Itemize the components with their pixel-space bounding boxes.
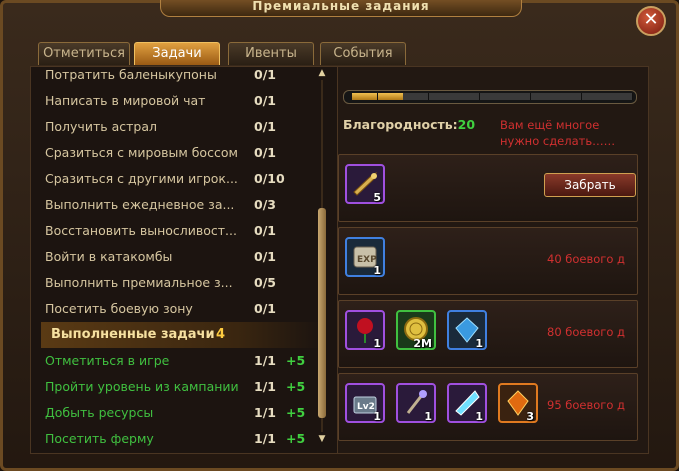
task-list-scrollbar[interactable]: ▲ ▼ [316,68,328,446]
reward-requirement: 80 боевого д [547,325,625,339]
progress-segment [377,93,404,100]
task-row[interactable]: Потратить баленыкупоны 0/1 [31,67,321,88]
completed-task-row[interactable]: Пройти уровень из кампании 1/1 +5 [31,374,321,400]
blue-crystal-icon[interactable]: 1 [447,310,487,350]
task-list-panel: Потратить баленыкупоны 0/1 Написать в мир… [30,66,338,454]
completed-tasks-header[interactable]: Выполненные задачи 4 [41,322,321,348]
progress-segment [505,93,531,100]
progress-segment [581,93,608,100]
reward-tier-2: EXP 1 40 боевого д [338,227,638,295]
progress-segment [454,93,480,100]
completed-task-row[interactable]: Отметиться в игре 1/1 +5 [31,348,321,374]
tab-events[interactable]: Ивенты [228,42,314,65]
lv2-chest-icon[interactable]: Lv2 1 [345,383,385,423]
reward-tier-1: 5 Забрать [338,154,638,222]
task-row[interactable]: Сразиться с другими игрок... 0/10 [31,166,321,192]
tab-tasks[interactable]: Задачи [134,42,220,65]
tab-happenings[interactable]: События [320,42,406,65]
progress-segment [530,93,557,100]
reward-requirement: 95 боевого д [547,398,625,412]
scroll-down-icon[interactable]: ▼ [316,434,328,444]
reward-tier-3: 1 2M 1 80 боевого д [338,300,638,368]
scroll-thumb[interactable] [318,208,326,418]
honor-label: Благородность:20 [343,117,476,132]
window-title: Премиальные задания [160,0,522,17]
completed-task-row[interactable]: Добыть ресурсы 1/1 +5 [31,400,321,426]
completed-tasks-label: Выполненные задачи [51,327,215,342]
task-row[interactable]: Посетить боевую зону 0/1 [31,296,321,322]
reward-requirement: 40 боевого д [547,252,625,266]
claim-button[interactable]: Забрать [544,173,636,197]
rose-icon[interactable]: 1 [345,310,385,350]
progress-segment [428,93,455,100]
magic-staff-icon[interactable]: 1 [396,383,436,423]
progress-segment [403,93,429,100]
progress-segment [607,93,633,100]
scroll-up-icon[interactable]: ▲ [316,68,328,78]
prism-shard-icon[interactable]: 1 [447,383,487,423]
task-row[interactable]: Выполнить премиальное з... 0/5 [31,270,321,296]
progress-segment [556,93,582,100]
reward-tier-4: Lv2 1 1 1 3 95 боевого д [338,373,638,441]
task-row[interactable]: Написать в мировой чат 0/1 [31,88,321,114]
horn-icon[interactable]: 5 [345,164,385,204]
honor-value: 20 [457,117,476,132]
progress-segment [352,93,378,100]
task-row[interactable]: Выполнить ежедневное за... 0/3 [31,192,321,218]
honor-progress-bar [343,90,637,104]
exp-scroll-icon[interactable]: EXP 1 [345,237,385,277]
progress-segment [479,93,506,100]
task-row[interactable]: Восстановить выносливост... 0/1 [31,218,321,244]
gold-coin-icon[interactable]: 2M [396,310,436,350]
close-icon[interactable]: ✕ [636,6,666,36]
task-row[interactable]: Войти в катакомбы 0/1 [31,244,321,270]
task-row[interactable]: Получить астрал 0/1 [31,114,321,140]
tab-check-in[interactable]: Отметиться [38,42,130,65]
fire-gem-icon[interactable]: 3 [498,383,538,423]
completed-tasks-count: 4 [216,327,226,342]
honor-message: Вам ещё многое нужно сделать…… [500,118,616,148]
completed-task-row[interactable]: Посетить ферму 1/1 +5 [31,426,321,452]
task-list: Потратить баленыкупоны 0/1 Написать в мир… [31,67,321,452]
task-row[interactable]: Сразиться с мировым боссом 0/1 [31,140,321,166]
